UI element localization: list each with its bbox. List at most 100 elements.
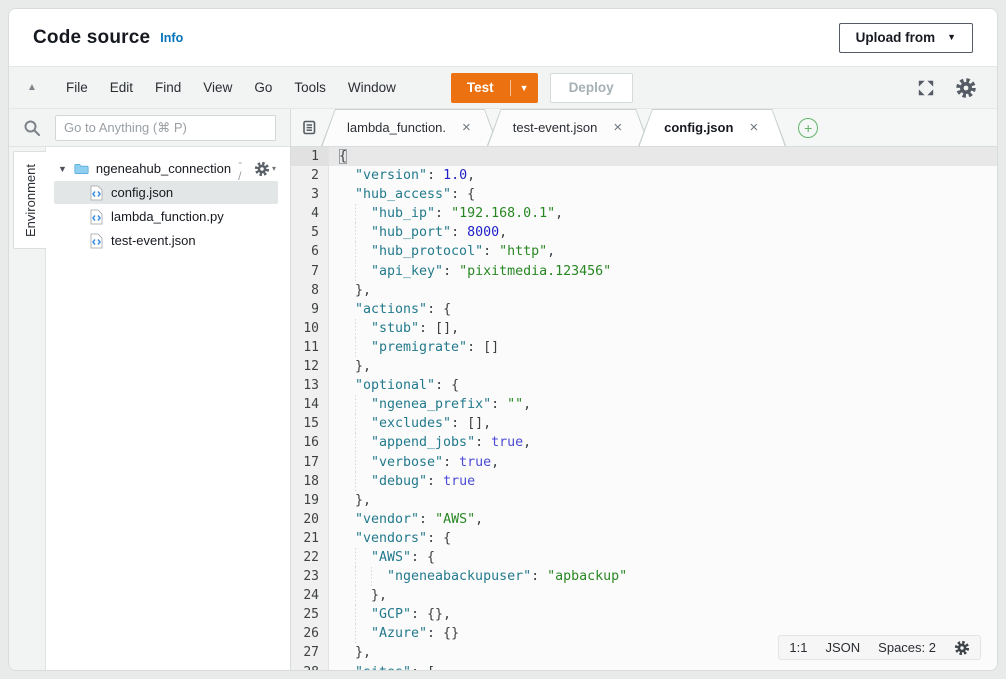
line-number[interactable]: 6 <box>291 242 329 261</box>
code-line[interactable]: 10"stub": [], <box>291 319 997 338</box>
tab-lambda_function.[interactable]: lambda_function. × <box>321 109 499 146</box>
editor-tab-bar: lambda_function.×test-event.json×config.… <box>291 109 997 147</box>
info-link[interactable]: Info <box>160 31 183 45</box>
line-number[interactable]: 21 <box>291 529 329 548</box>
menu-item-file[interactable]: File <box>55 80 99 95</box>
line-number[interactable]: 15 <box>291 414 329 433</box>
menu-item-go[interactable]: Go <box>243 80 283 95</box>
code-line[interactable]: 24}, <box>291 586 997 605</box>
code-line[interactable]: 3"hub_access": { <box>291 185 997 204</box>
tree-folder-row[interactable]: ▼ ngeneahub_connection - / <box>46 157 290 180</box>
line-number[interactable]: 11 <box>291 338 329 357</box>
code-line[interactable]: 15"excludes": [], <box>291 414 997 433</box>
menu-item-edit[interactable]: Edit <box>99 80 144 95</box>
code-editor[interactable]: 1{2"version": 1.0,3"hub_access": {4"hub_… <box>291 147 997 670</box>
line-number[interactable]: 14 <box>291 395 329 414</box>
chevron-down-icon: ▾ <box>272 165 276 173</box>
test-button[interactable]: Test ▼ <box>451 73 538 103</box>
cursor-position[interactable]: 1:1 <box>789 640 807 655</box>
file-code-icon <box>90 233 103 249</box>
code-line[interactable]: 9"actions": { <box>291 300 997 319</box>
code-line[interactable]: 21"vendors": { <box>291 529 997 548</box>
code-line[interactable]: 12}, <box>291 357 997 376</box>
line-number[interactable]: 26 <box>291 624 329 643</box>
code-line[interactable]: 25"GCP": {}, <box>291 605 997 624</box>
chevron-down-icon: ▼ <box>947 33 956 42</box>
line-number[interactable]: 24 <box>291 586 329 605</box>
settings-gear-icon[interactable] <box>955 77 977 99</box>
tab-environment[interactable]: Environment <box>13 151 46 249</box>
line-number[interactable]: 3 <box>291 185 329 204</box>
line-number[interactable]: 5 <box>291 223 329 242</box>
close-tab-icon[interactable]: × <box>749 120 758 135</box>
close-tab-icon[interactable]: × <box>462 120 471 135</box>
upload-from-button[interactable]: Upload from ▼ <box>839 23 973 53</box>
code-line[interactable]: 23"ngeneabackupuser": "apbackup" <box>291 567 997 586</box>
search-row <box>9 109 290 147</box>
menu-item-tools[interactable]: Tools <box>283 80 337 95</box>
new-tab-icon[interactable]: + <box>798 118 818 138</box>
code-line[interactable]: 16"append_jobs": true, <box>291 433 997 452</box>
language-mode[interactable]: JSON <box>826 640 861 655</box>
tree-file-test-event.json[interactable]: test-event.json <box>54 229 278 252</box>
tab-test-event.json[interactable]: test-event.json× <box>487 109 650 146</box>
code-line[interactable]: 4"hub_ip": "192.168.0.1", <box>291 204 997 223</box>
code-line[interactable]: 19}, <box>291 491 997 510</box>
code-line[interactable]: 5"hub_port": 8000, <box>291 223 997 242</box>
editor-tabs: lambda_function.×test-event.json×config.… <box>333 109 786 146</box>
line-number[interactable]: 19 <box>291 491 329 510</box>
code-line[interactable]: 18"debug": true <box>291 472 997 491</box>
line-number[interactable]: 9 <box>291 300 329 319</box>
line-number[interactable]: 12 <box>291 357 329 376</box>
line-number[interactable]: 23 <box>291 567 329 586</box>
line-number[interactable]: 22 <box>291 548 329 567</box>
code-line[interactable]: 6"hub_protocol": "http", <box>291 242 997 261</box>
close-tab-icon[interactable]: × <box>613 120 622 135</box>
deploy-button[interactable]: Deploy <box>550 73 633 103</box>
chevron-down-icon[interactable]: ▼ <box>58 164 67 174</box>
menu-item-view[interactable]: View <box>192 80 243 95</box>
tree-file-lambda_function.py[interactable]: lambda_function.py <box>54 205 278 228</box>
line-number[interactable]: 17 <box>291 453 329 472</box>
code-line[interactable]: 8}, <box>291 281 997 300</box>
editor-settings-gear-icon[interactable] <box>954 640 970 656</box>
line-number[interactable]: 13 <box>291 376 329 395</box>
line-number[interactable]: 7 <box>291 262 329 281</box>
code-line[interactable]: 17"verbose": true, <box>291 453 997 472</box>
line-number[interactable]: 28 <box>291 663 329 670</box>
code-line[interactable]: 14"ngenea_prefix": "", <box>291 395 997 414</box>
line-number[interactable]: 16 <box>291 433 329 452</box>
code-line[interactable]: 20"vendor": "AWS", <box>291 510 997 529</box>
code-line[interactable]: 7"api_key": "pixitmedia.123456" <box>291 262 997 281</box>
chevron-down-icon[interactable]: ▼ <box>511 83 538 93</box>
tab-label: config.json <box>664 120 733 135</box>
file-code-icon <box>90 185 103 201</box>
line-number[interactable]: 25 <box>291 605 329 624</box>
fullscreen-icon[interactable] <box>917 79 935 97</box>
collapse-panel-icon[interactable]: ▲ <box>9 82 55 93</box>
tab-config.json[interactable]: config.json × <box>638 109 786 146</box>
code-line[interactable]: 22"AWS": { <box>291 548 997 567</box>
menu-item-find[interactable]: Find <box>144 80 192 95</box>
line-number[interactable]: 2 <box>291 166 329 185</box>
file-code-icon <box>90 209 103 225</box>
line-number[interactable]: 18 <box>291 472 329 491</box>
code-line[interactable]: 28"sites": [ <box>291 663 997 670</box>
line-number[interactable]: 8 <box>291 281 329 300</box>
code-line[interactable]: 1{ <box>291 147 997 166</box>
line-number[interactable]: 10 <box>291 319 329 338</box>
tab-label: lambda_function. <box>347 120 446 135</box>
line-number[interactable]: 1 <box>291 147 329 166</box>
line-number[interactable]: 27 <box>291 643 329 662</box>
menu-item-window[interactable]: Window <box>337 80 407 95</box>
tree-file-config.json[interactable]: config.json <box>54 181 278 204</box>
line-number[interactable]: 20 <box>291 510 329 529</box>
page-title: Code source <box>33 27 150 49</box>
code-line[interactable]: 13"optional": { <box>291 376 997 395</box>
line-number[interactable]: 4 <box>291 204 329 223</box>
spaces-setting[interactable]: Spaces: 2 <box>878 640 936 655</box>
go-to-anything-input[interactable] <box>55 115 276 141</box>
code-line[interactable]: 11"premigrate": [] <box>291 338 997 357</box>
tree-settings-gear-icon[interactable]: ▾ <box>254 161 276 177</box>
code-line[interactable]: 2"version": 1.0, <box>291 166 997 185</box>
